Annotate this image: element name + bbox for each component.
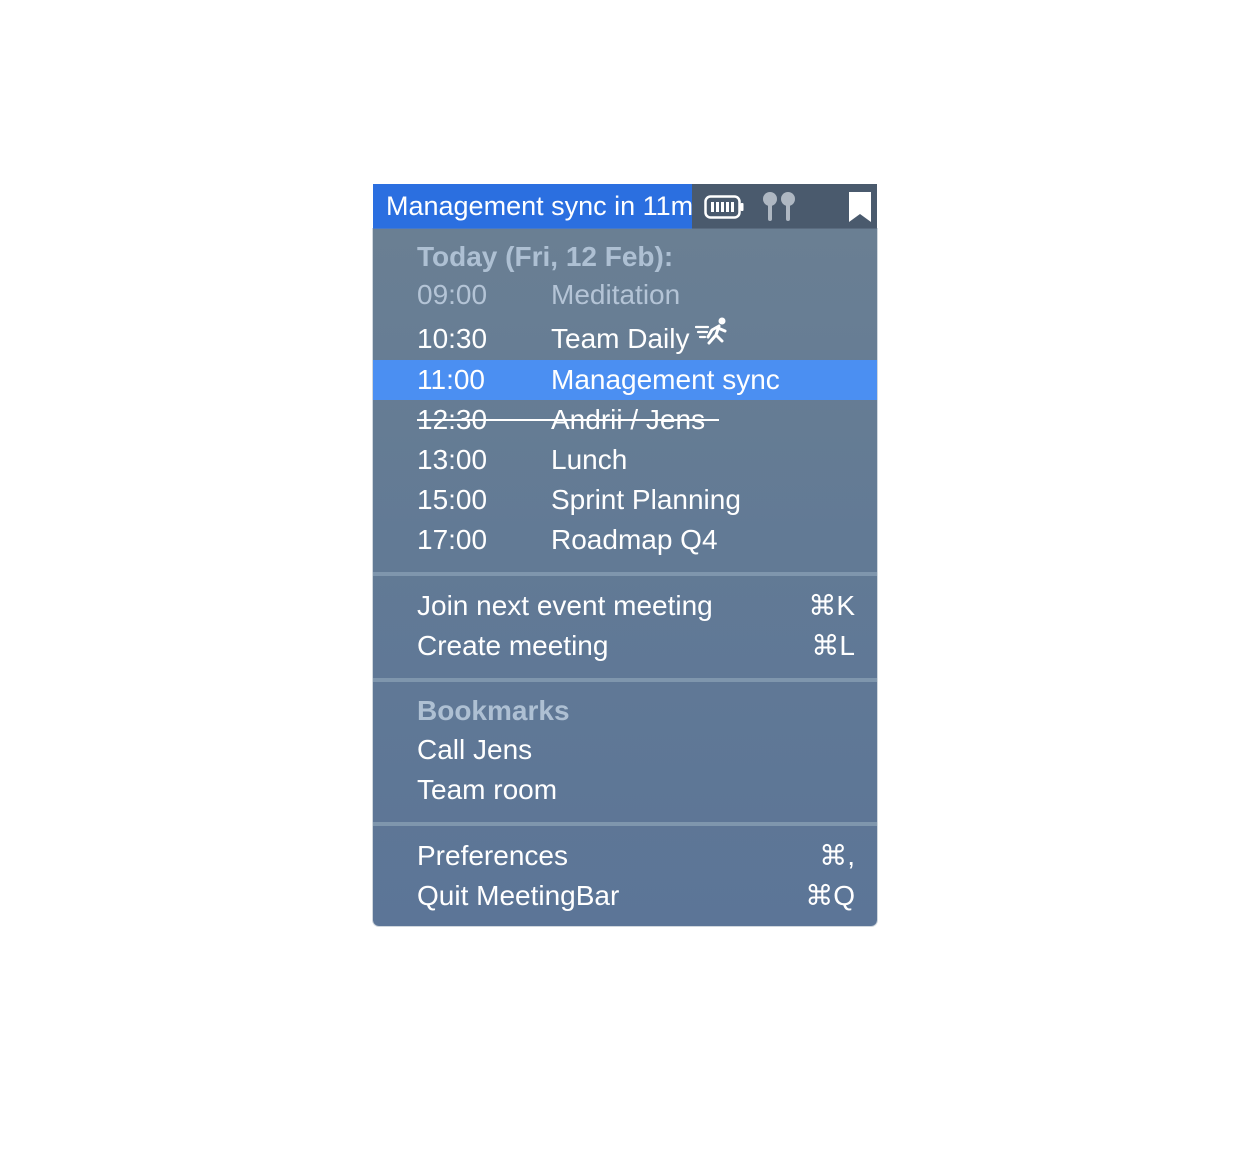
screen: Management sync in 11m Today (Fri, 12 Fe…	[0, 0, 1250, 1160]
bookmarks-header: Bookmarks	[373, 691, 877, 731]
menu-item-shortcut: ⌘Q	[805, 880, 855, 911]
bookmark-icon[interactable]	[802, 184, 877, 229]
menu-item-create-meeting[interactable]: Create meeting ⌘L	[373, 626, 877, 666]
strikethrough-line	[417, 419, 719, 421]
bookmark-item-team-room[interactable]: Team room	[373, 770, 877, 810]
menu-item-label: Join next event meeting	[417, 590, 713, 621]
event-title: Lunch	[551, 444, 628, 475]
event-time: 09:00	[417, 279, 488, 310]
dropdown-menu: Today (Fri, 12 Feb): 09:00 Meditation 10…	[373, 229, 877, 926]
menu-item-shortcut: ⌘K	[808, 590, 855, 621]
today-header-label: Today (Fri, 12 Feb):	[417, 241, 674, 272]
event-title: Management sync	[551, 364, 780, 395]
menu-item-join-next-event[interactable]: Join next event meeting ⌘K	[373, 586, 877, 626]
today-header: Today (Fri, 12 Feb):	[373, 237, 877, 277]
event-time: 17:00	[417, 524, 488, 555]
event-row-sprint-planning[interactable]: 15:00 Sprint Planning	[373, 480, 877, 520]
battery-icon[interactable]	[692, 184, 756, 229]
menu-item-preferences[interactable]: Preferences ⌘,	[373, 836, 877, 876]
menu-item-shortcut: ⌘,	[819, 840, 855, 871]
bookmark-label: Team room	[417, 774, 558, 805]
menu-item-label: Quit MeetingBar	[417, 880, 620, 911]
event-title: Team Daily	[551, 323, 690, 354]
menu-separator	[373, 572, 877, 576]
event-row-management-sync[interactable]: 11:00 Management sync	[373, 360, 877, 400]
event-row-andrii-jens[interactable]: 12:30 Andrii / Jens	[373, 400, 877, 440]
event-title: Meditation	[551, 279, 681, 310]
menu-item-quit[interactable]: Quit MeetingBar ⌘Q	[373, 876, 877, 916]
event-time: 13:00	[417, 444, 488, 475]
menubar-status-item[interactable]: Management sync in 11m	[373, 184, 693, 229]
event-row-team-daily[interactable]: 10:30 Team Daily	[373, 316, 877, 359]
menu-item-shortcut: ⌘L	[811, 630, 855, 661]
bookmarks-header-label: Bookmarks	[417, 695, 570, 726]
bookmark-label: Call Jens	[417, 734, 533, 765]
menu-separator	[373, 678, 877, 682]
running-icon	[695, 316, 731, 357]
menu-item-label: Create meeting	[417, 630, 609, 661]
menu-item-label: Preferences	[417, 840, 568, 871]
menu-bar: Management sync in 11m	[373, 184, 877, 229]
event-row-roadmap-q4[interactable]: 17:00 Roadmap Q4	[373, 520, 877, 560]
event-time: 11:00	[417, 364, 485, 395]
event-row-lunch[interactable]: 13:00 Lunch	[373, 440, 877, 480]
menu-separator	[373, 822, 877, 826]
event-title: Roadmap Q4	[551, 524, 718, 555]
event-time: 10:30	[417, 323, 488, 354]
event-title-wrap: Team Daily	[551, 316, 731, 359]
event-row-meditation[interactable]: 09:00 Meditation	[373, 275, 877, 315]
event-title: Sprint Planning	[551, 484, 741, 515]
event-time: 15:00	[417, 484, 488, 515]
bookmark-item-call-jens[interactable]: Call Jens	[373, 730, 877, 770]
airpods-icon[interactable]	[756, 184, 802, 229]
